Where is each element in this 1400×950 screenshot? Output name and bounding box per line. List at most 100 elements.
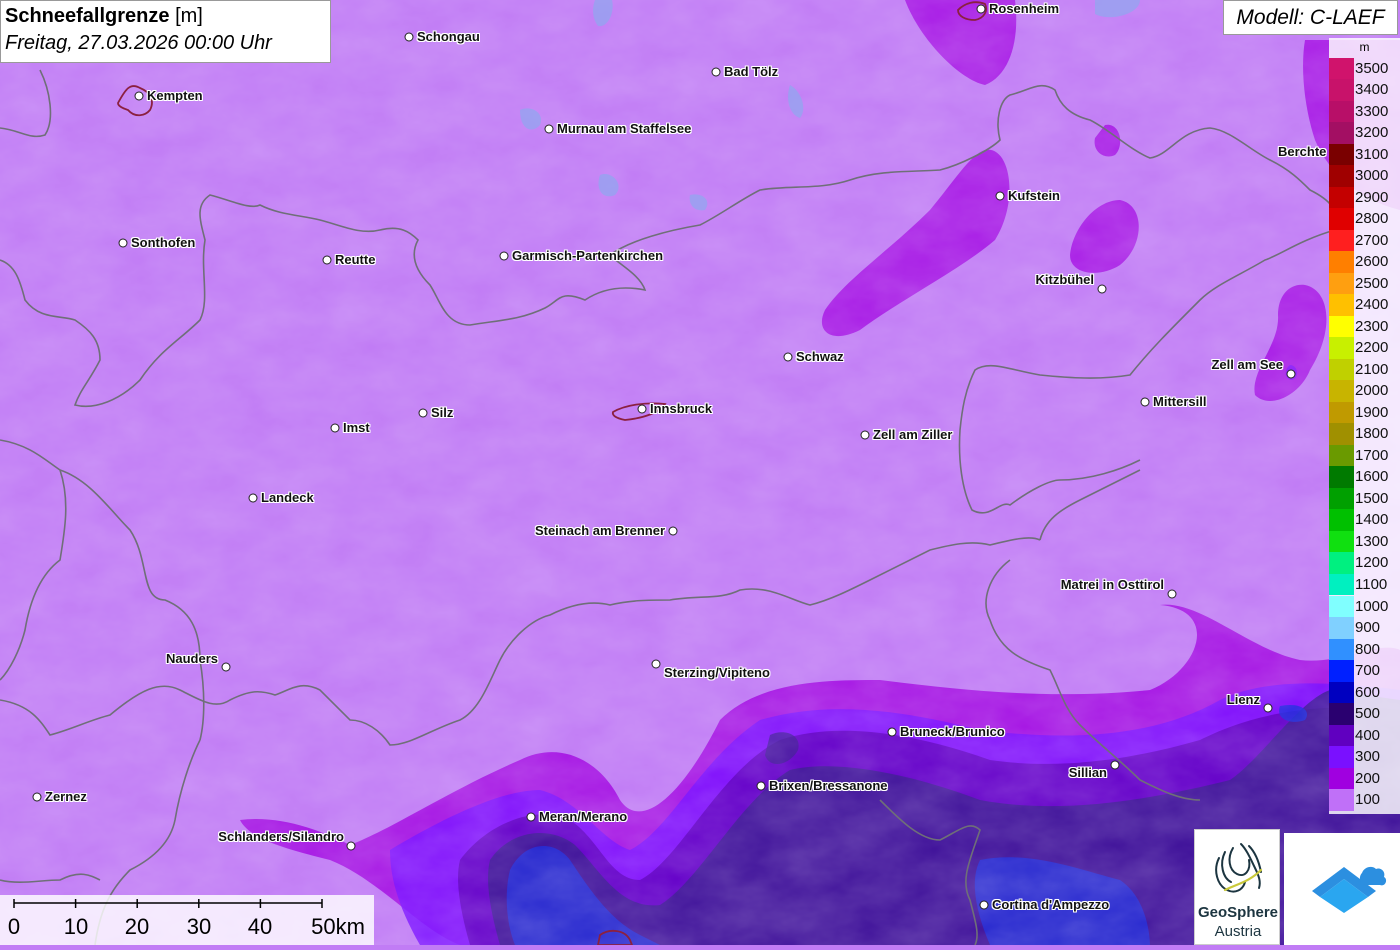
legend-swatch (1329, 358, 1354, 381)
legend-value: 800 (1355, 640, 1381, 658)
city-label: Cortina d'Ampezzo (992, 897, 1110, 912)
legend-value: 1600 (1355, 468, 1389, 486)
legend-row: 700 (1329, 660, 1400, 682)
legend-row: 1500 (1329, 487, 1400, 510)
city-dot (756, 781, 766, 791)
legend-row: 2300 (1329, 315, 1400, 338)
legend-row: 1200 (1329, 552, 1400, 574)
forecast-datetime: Freitag, 27.03.2026 00:00 Uhr (5, 32, 272, 54)
city-dot (1263, 703, 1273, 713)
legend-value: 3000 (1355, 167, 1389, 185)
city-label: Zell am Ziller (873, 427, 953, 442)
city-dot (134, 91, 144, 101)
geosphere-logo-text: GeoSphere (1197, 904, 1279, 921)
legend-row: 2700 (1329, 229, 1400, 252)
city-dot (346, 841, 356, 851)
legend-swatch (1329, 401, 1354, 424)
city-dot (526, 812, 536, 822)
legend-swatch (1329, 638, 1354, 661)
legend-swatch (1329, 509, 1354, 531)
legend-swatch (1329, 660, 1354, 682)
city-dot (322, 255, 332, 265)
city-label: Bad Tölz (724, 64, 779, 79)
legend-swatch (1329, 315, 1354, 338)
city-label: Meran/Merano (539, 809, 628, 824)
legend-value: 2700 (1355, 231, 1389, 249)
legend-row: 2200 (1329, 337, 1400, 359)
legend-swatch (1329, 294, 1354, 316)
legend-swatch (1329, 143, 1354, 166)
legend-unit: m (1359, 40, 1370, 54)
legend-swatch (1329, 617, 1354, 639)
legend-value: 1200 (1355, 554, 1389, 572)
scale-tick-label: 30 (186, 914, 212, 939)
legend-value: 1100 (1355, 575, 1388, 593)
scale-bar: 0 10 20 30 40 50km (0, 895, 374, 945)
legend-swatch (1329, 595, 1354, 617)
legend-row: 3200 (1329, 122, 1400, 144)
geosphere-logo[interactable]: GeoSphere Austria (1194, 829, 1280, 945)
legend-value: 200 (1355, 769, 1381, 787)
legend-swatch (1329, 746, 1354, 768)
model-label: Modell: C-LAEF (1223, 0, 1398, 35)
snowfall-map[interactable] (0, 0, 1400, 945)
city-dot (1140, 397, 1150, 407)
legend-row: 600 (1329, 681, 1400, 704)
legend-row: 2500 (1329, 272, 1400, 295)
city-label: Imst (343, 420, 370, 435)
legend-row: 900 (1329, 617, 1400, 639)
legend-row: 1900 (1329, 401, 1400, 424)
city-dot (32, 792, 42, 802)
legend-row: 300 (1329, 746, 1400, 768)
weather-app-logo[interactable] (1284, 833, 1400, 945)
legend-swatch (1329, 229, 1354, 252)
legend-value: 2800 (1355, 210, 1389, 228)
legend-value: 2100 (1355, 360, 1389, 378)
legend-row: 800 (1329, 638, 1400, 661)
geosphere-emblem-icon (1215, 843, 1263, 893)
legend-swatch (1329, 789, 1354, 811)
legend-value: 1800 (1355, 425, 1389, 443)
city-dot (221, 662, 231, 672)
city-label: Kitzbühel (1035, 272, 1095, 287)
legend-row: 400 (1329, 724, 1400, 747)
legend-swatch (1329, 552, 1354, 574)
legend-value: 1400 (1355, 511, 1389, 529)
legend-row: 1800 (1329, 423, 1400, 445)
legend-row: 3400 (1329, 79, 1400, 101)
legend-value: 2900 (1355, 188, 1389, 206)
legend-row: 1700 (1329, 444, 1400, 467)
city-dot (544, 124, 554, 134)
color-legend: m 3500 3400 3300 3200 3100 3000 2900 2800 2700 26… (1329, 38, 1400, 814)
city-label: Steinach am Brenner (534, 523, 665, 538)
city-dot (248, 493, 258, 503)
city-dot (651, 659, 661, 669)
title-unit: [m] (175, 5, 203, 27)
city-dot (637, 404, 647, 414)
legend-value: 400 (1355, 726, 1381, 744)
legend-swatch (1329, 681, 1354, 704)
legend-row: 2900 (1329, 186, 1400, 209)
legend-value: 1700 (1355, 446, 1389, 464)
city-label: Bruneck/Brunico (900, 724, 1005, 739)
city-label: Kufstein (1008, 188, 1060, 203)
legend-swatch (1329, 573, 1354, 596)
city-label: Schwaz (796, 349, 844, 364)
legend-row: 200 (1329, 767, 1400, 790)
legend-value: 3200 (1355, 124, 1389, 142)
legend-row: 2100 (1329, 358, 1400, 381)
city-dot (1167, 589, 1177, 599)
legend-swatch (1329, 79, 1354, 101)
legend-value: 2300 (1355, 317, 1389, 335)
legend-value: 2200 (1355, 339, 1389, 357)
legend-row: 1000 (1329, 595, 1400, 617)
city-dot (1110, 760, 1120, 770)
legend-value: 100 (1355, 791, 1381, 809)
legend-row: 100 (1329, 789, 1400, 811)
legend-value: 1300 (1355, 532, 1389, 550)
city-label: Kempten (147, 88, 203, 103)
legend-row: 1100 (1329, 573, 1400, 596)
city-label: Nauders (165, 651, 218, 666)
city-label: Zernez (45, 789, 87, 804)
legend-row: 2800 (1329, 208, 1400, 230)
